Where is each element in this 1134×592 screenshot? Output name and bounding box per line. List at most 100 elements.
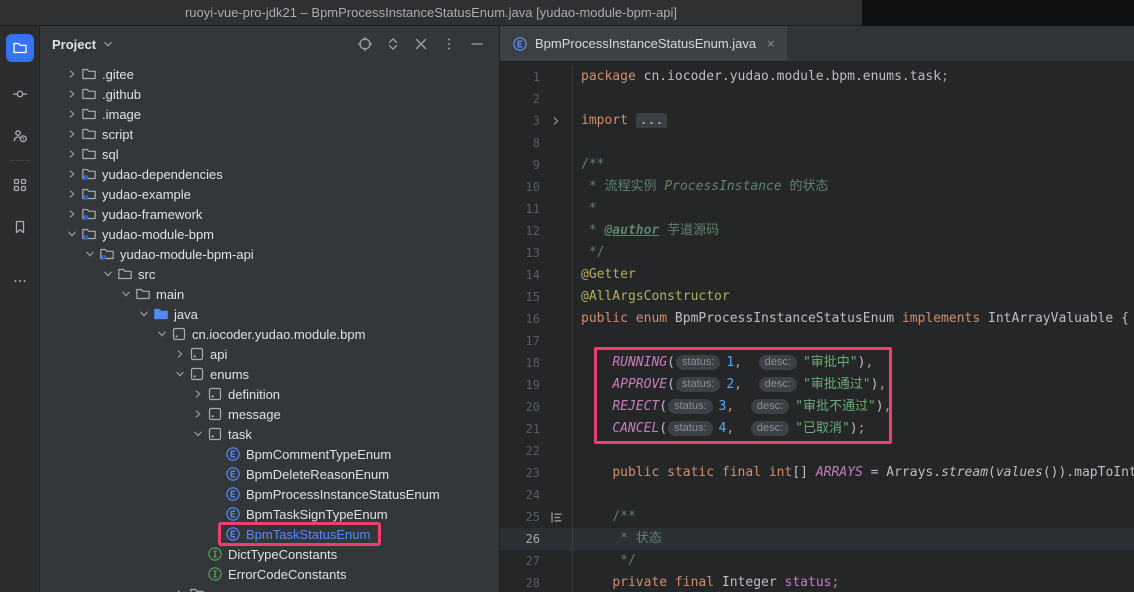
chevron-right-icon[interactable] xyxy=(64,127,80,141)
chevron-right-icon[interactable] xyxy=(190,407,206,421)
tree-item-bpmtasksigntypeenum[interactable]: BpmTaskSignTypeEnum xyxy=(40,504,499,524)
tree-item-yudao-module-bpm[interactable]: yudao-module-bpm xyxy=(40,224,499,244)
tree-item-yudao-dependencies[interactable]: yudao-dependencies xyxy=(40,164,499,184)
code-line-14[interactable]: 14@Getter xyxy=(500,264,1134,286)
code-line-19[interactable]: 19 APPROVE(status:2, desc:"审批通过"), xyxy=(500,374,1134,396)
tree-item-label: script xyxy=(102,127,133,142)
code-line-10[interactable]: 10 * 流程实例 ProcessInstance 的状态 xyxy=(500,176,1134,198)
more-tool-windows-icon[interactable] xyxy=(6,267,34,295)
code-line-12[interactable]: 12 * @author 芋道源码 xyxy=(500,220,1134,242)
pull-requests-icon[interactable] xyxy=(6,122,34,150)
tree-item-bpmtaskstatusenum[interactable]: BpmTaskStatusEnum xyxy=(40,524,499,544)
tree-item-label: enums xyxy=(210,367,249,382)
tree-item-dicttypeconstants[interactable]: DictTypeConstants xyxy=(40,544,499,564)
locate-file-icon[interactable] xyxy=(353,32,377,56)
chevron-down-icon[interactable] xyxy=(154,327,170,341)
chevron-down-icon[interactable] xyxy=(82,247,98,261)
code-line-16[interactable]: 16public enum BpmProcessInstanceStatusEn… xyxy=(500,308,1134,330)
tree-item-api[interactable]: api xyxy=(40,344,499,364)
chevron-right-icon[interactable] xyxy=(172,587,188,592)
chevron-down-icon[interactable] xyxy=(118,287,134,301)
code-line-26[interactable]: 26 * 状态 xyxy=(500,528,1134,550)
code-line-3[interactable]: 3import ... xyxy=(500,110,1134,132)
fold-spacer xyxy=(540,528,572,550)
tree-item-java[interactable]: java xyxy=(40,304,499,324)
tree-item-task[interactable]: task xyxy=(40,424,499,444)
chevron-right-icon[interactable] xyxy=(64,67,80,81)
hide-panel-icon[interactable] xyxy=(465,32,489,56)
tree-item-bpmcommenttypeenum[interactable]: BpmCommentTypeEnum xyxy=(40,444,499,464)
titlebar-black-segment xyxy=(862,0,1134,26)
code-line-2[interactable]: 2 xyxy=(500,88,1134,110)
chevron-down-icon[interactable] xyxy=(190,427,206,441)
chevron-right-icon[interactable] xyxy=(64,147,80,161)
code-line-1[interactable]: 1package cn.iocoder.yudao.module.bpm.enu… xyxy=(500,66,1134,88)
collapse-all-icon[interactable] xyxy=(409,32,433,56)
enum-icon xyxy=(224,446,242,462)
options-kebab-icon[interactable] xyxy=(437,32,461,56)
code-line-13[interactable]: 13 */ xyxy=(500,242,1134,264)
code-line-23[interactable]: 23 public static final int[] ARRAYS = Ar… xyxy=(500,462,1134,484)
project-folder-icon[interactable] xyxy=(6,34,34,62)
tree-item-main[interactable]: main xyxy=(40,284,499,304)
chevron-down-icon[interactable] xyxy=(64,227,80,241)
tree-item--github[interactable]: .github xyxy=(40,84,499,104)
editor-tab-active[interactable]: BpmProcessInstanceStatusEnum.java × xyxy=(500,26,787,61)
code-line-28[interactable]: 28 private final Integer status; xyxy=(500,572,1134,592)
chevron-right-icon[interactable] xyxy=(172,347,188,361)
code-line-27[interactable]: 27 */ xyxy=(500,550,1134,572)
chevron-right-icon[interactable] xyxy=(64,207,80,221)
tree-item-script[interactable]: script xyxy=(40,124,499,144)
tree-item-yudao-framework[interactable]: yudao-framework xyxy=(40,204,499,224)
doc-render-icon[interactable] xyxy=(540,506,572,528)
tree-item-cn-iocoder-yudao-module-bpm[interactable]: cn.iocoder.yudao.module.bpm xyxy=(40,324,499,344)
commit-icon[interactable] xyxy=(6,80,34,108)
title-bar: ruoyi-vue-pro-jdk21 – BpmProcessInstance… xyxy=(0,0,1134,26)
tree-item-errorcodeconstants[interactable]: ErrorCodeConstants xyxy=(40,564,499,584)
code-line-17[interactable]: 17 xyxy=(500,330,1134,352)
tree-item--image[interactable]: .image xyxy=(40,104,499,124)
close-tab-icon[interactable]: × xyxy=(767,36,775,51)
tree-item-label: yudao-module-bpm xyxy=(102,227,214,242)
tree-item-bpmprocessinstancestatusenum[interactable]: BpmProcessInstanceStatusEnum xyxy=(40,484,499,504)
code-line-9[interactable]: 9/** xyxy=(500,154,1134,176)
tree-item-enums[interactable]: enums xyxy=(40,364,499,384)
chevron-right-icon[interactable] xyxy=(64,187,80,201)
bookmarks-icon[interactable] xyxy=(6,213,34,241)
chevron-right-icon[interactable] xyxy=(190,387,206,401)
fold-spacer xyxy=(540,66,572,88)
code-line-24[interactable]: 24 xyxy=(500,484,1134,506)
chevron-right-icon[interactable] xyxy=(64,87,80,101)
chevron-right-icon[interactable] xyxy=(64,107,80,121)
code-editor[interactable]: 1package cn.iocoder.yudao.module.bpm.enu… xyxy=(500,62,1134,592)
parameter-hint: status: xyxy=(668,421,712,436)
structure-icon[interactable] xyxy=(6,171,34,199)
tree-item-definition[interactable]: definition xyxy=(40,384,499,404)
tree-item-yudao-example[interactable]: yudao-example xyxy=(40,184,499,204)
chevron-down-icon[interactable] xyxy=(101,37,115,51)
tree-item-yudao-module-bpm-api[interactable]: yudao-module-bpm-api xyxy=(40,244,499,264)
code-line-18[interactable]: 18 RUNNING(status:1, desc:"审批中"), xyxy=(500,352,1134,374)
code-line-22[interactable]: 22 xyxy=(500,440,1134,462)
code-line-8[interactable]: 8 xyxy=(500,132,1134,154)
tree-item--gitee[interactable]: .gitee xyxy=(40,64,499,84)
tree-item-src[interactable]: src xyxy=(40,264,499,284)
fold-chevron-icon[interactable] xyxy=(540,110,572,132)
code-line-20[interactable]: 20 REJECT(status:3, desc:"审批不通过"), xyxy=(500,396,1134,418)
code-line-11[interactable]: 11 * xyxy=(500,198,1134,220)
chevron-right-icon[interactable] xyxy=(64,167,80,181)
code-line-21[interactable]: 21 CANCEL(status:4, desc:"已取消"); xyxy=(500,418,1134,440)
tree-item-sql[interactable]: sql xyxy=(40,144,499,164)
code-line-15[interactable]: 15@AllArgsConstructor xyxy=(500,286,1134,308)
tree-item-message[interactable]: message xyxy=(40,404,499,424)
tree-item-partial[interactable] xyxy=(40,584,499,592)
chevron-down-icon[interactable] xyxy=(172,367,188,381)
code-line-25[interactable]: 25 /** xyxy=(500,506,1134,528)
line-number: 24 xyxy=(500,484,540,506)
project-panel-title[interactable]: Project xyxy=(52,37,96,52)
chevron-down-icon[interactable] xyxy=(136,307,152,321)
folder-icon xyxy=(80,66,98,82)
tree-item-bpmdeletereasonenum[interactable]: BpmDeleteReasonEnum xyxy=(40,464,499,484)
unfold-icon[interactable] xyxy=(381,32,405,56)
chevron-down-icon[interactable] xyxy=(100,267,116,281)
